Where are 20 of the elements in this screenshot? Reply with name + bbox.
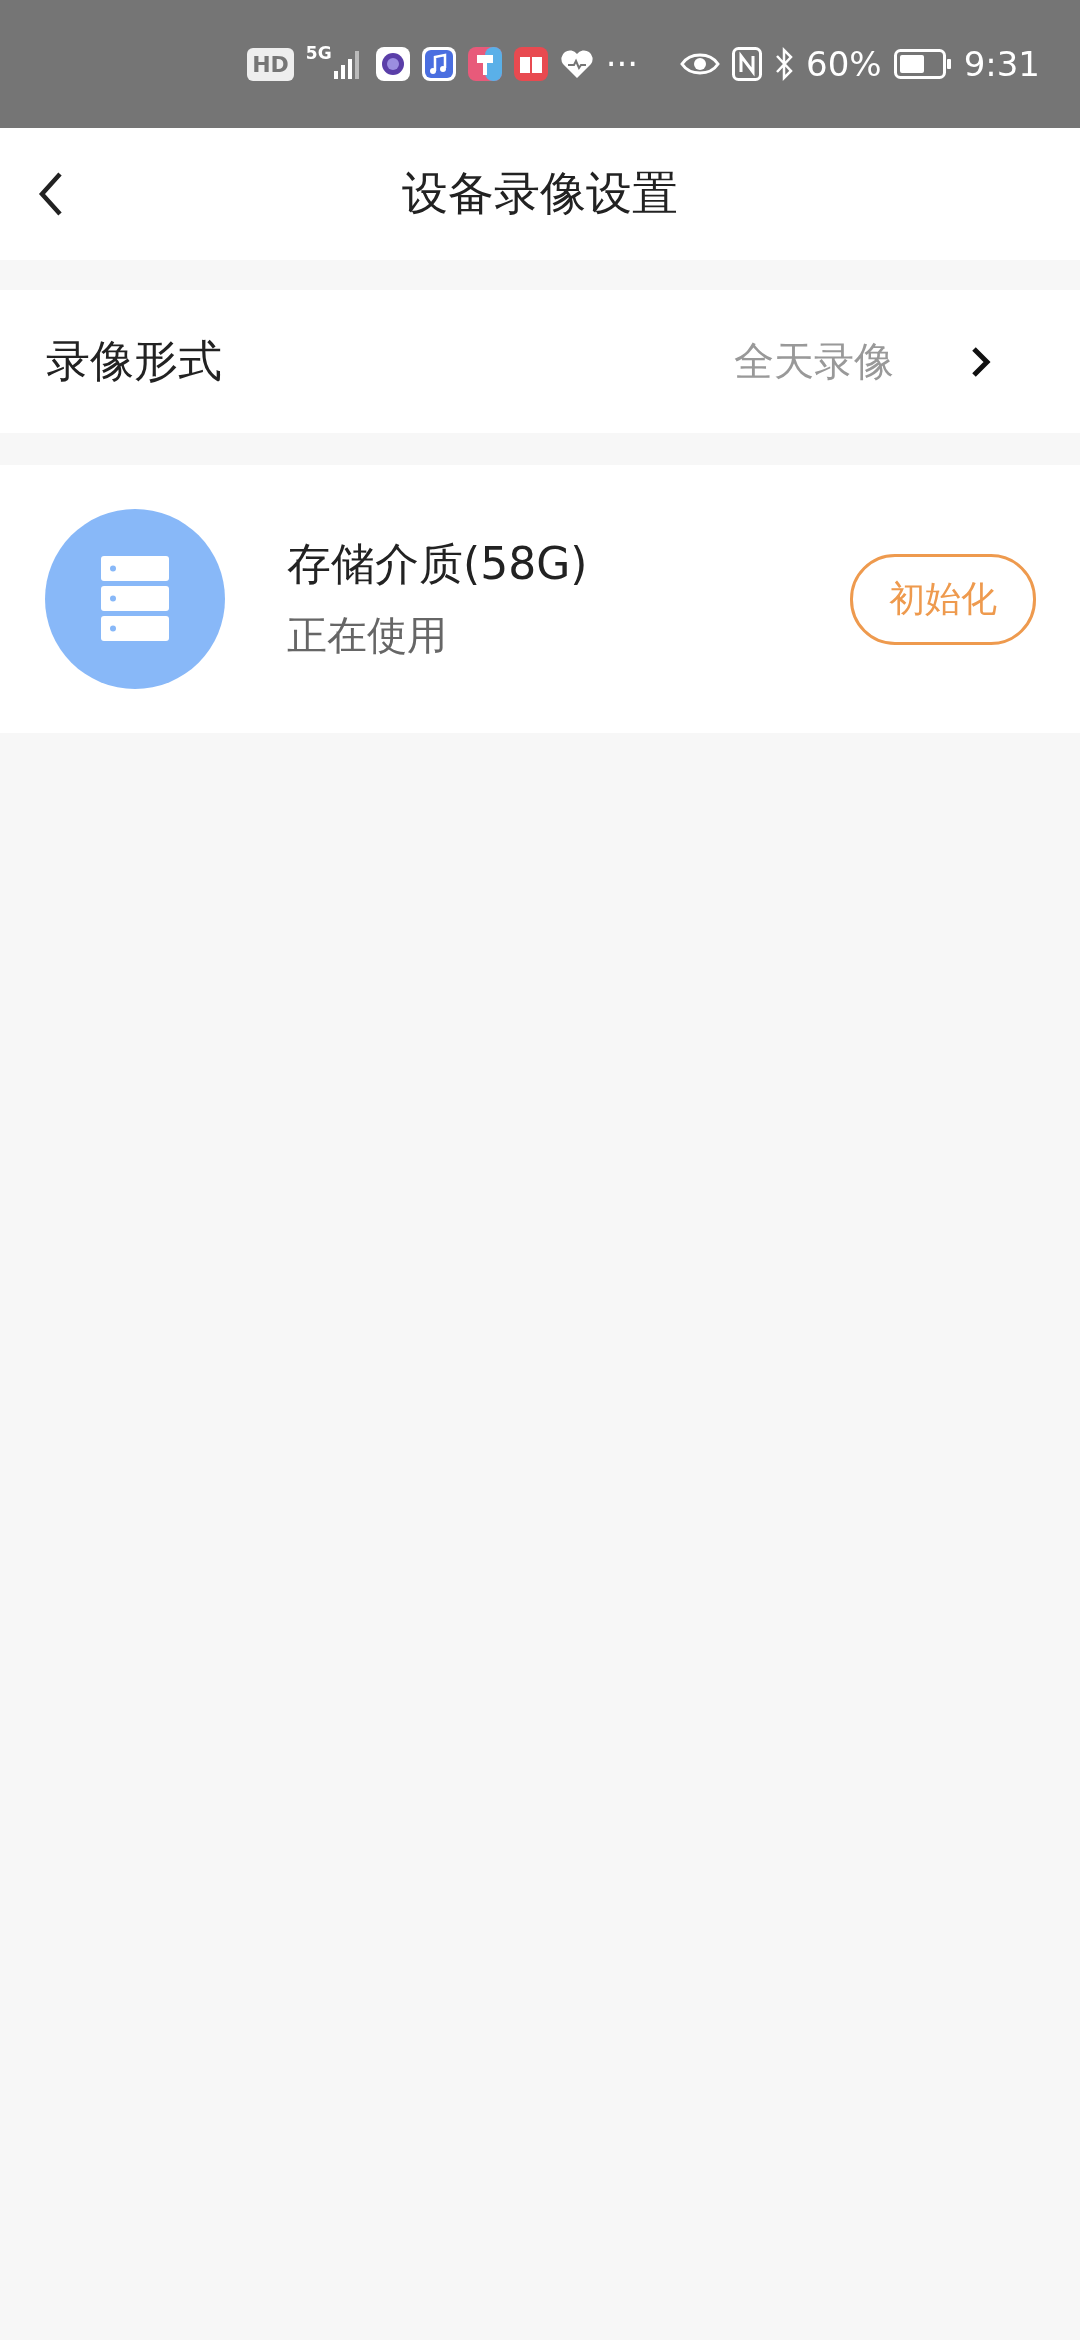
heart-icon bbox=[559, 48, 594, 80]
hd-badge: HD bbox=[247, 47, 294, 81]
book-app-icon bbox=[513, 47, 548, 81]
battery-icon bbox=[893, 49, 952, 79]
battery-percent: 60% bbox=[806, 44, 882, 84]
record-mode-value: 全天录像 bbox=[734, 337, 894, 386]
paint-app-icon bbox=[467, 47, 502, 81]
chevron-right-icon bbox=[970, 344, 992, 379]
camera-app-icon bbox=[375, 47, 410, 81]
page-title: 设备录像设置 bbox=[402, 165, 678, 222]
record-mode-label: 录像形式 bbox=[46, 334, 223, 388]
network-type: 5G bbox=[305, 44, 332, 62]
music-app-icon bbox=[421, 47, 456, 81]
storage-name: 存储介质(58G) bbox=[287, 537, 589, 591]
clock: 9:31 bbox=[963, 44, 1040, 84]
more-indicator: ··· bbox=[605, 44, 639, 84]
storage-status: 正在使用 bbox=[287, 611, 448, 660]
bluetooth-icon bbox=[774, 47, 795, 81]
nfc-icon bbox=[732, 47, 763, 81]
record-mode-row[interactable]: 录像形式 全天录像 bbox=[0, 290, 1080, 433]
